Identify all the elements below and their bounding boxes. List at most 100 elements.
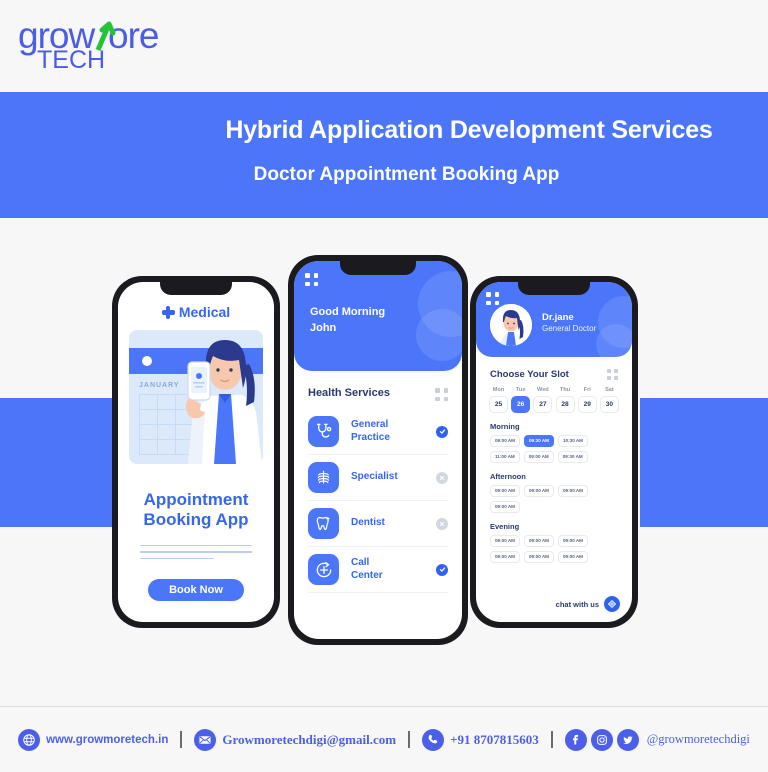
footer-phone[interactable]: +91 8707815603: [422, 728, 539, 751]
avatar-illustration-icon: [490, 304, 532, 346]
service-item-call-center[interactable]: Call Center: [308, 547, 448, 593]
greeting-text: Good Morning John: [310, 305, 385, 337]
tooth-icon: [308, 508, 339, 539]
time-slot-chip[interactable]: 09:00 AM: [558, 484, 588, 497]
day-number: 28: [555, 395, 575, 413]
status-badge-close[interactable]: [436, 517, 448, 530]
title-line-2: Booking App: [143, 510, 249, 530]
footer-separator: [408, 731, 411, 748]
twitter-icon[interactable]: [616, 728, 639, 751]
time-slot-chip[interactable]: 09:30 AM: [557, 450, 588, 463]
hero-blob-decoration: [416, 309, 462, 361]
time-slot-chip[interactable]: 09:00 AM: [490, 484, 520, 497]
instagram-icon[interactable]: [590, 728, 613, 751]
day-name: Thu: [559, 387, 571, 393]
phone-text: +91 8707815603: [450, 731, 539, 747]
status-badge-check[interactable]: [436, 425, 448, 438]
phone-right-screen: Dr.jane General Doctor Choose Your Slot …: [476, 282, 632, 622]
menu-grid-icon[interactable]: [305, 273, 318, 286]
service-item-dentist[interactable]: Dentist: [308, 501, 448, 547]
phone-icon: [422, 728, 445, 751]
time-slot-chip[interactable]: 09:00 AM: [490, 550, 520, 563]
day-option[interactable]: Fri 29: [577, 387, 597, 413]
chat-label: chat with us: [555, 599, 599, 609]
service-label-line-2: Center: [351, 569, 383, 581]
book-now-button[interactable]: Book Now: [148, 579, 244, 602]
options-grid-icon[interactable]: [435, 388, 448, 401]
time-slot-chip[interactable]: 09:00 AM: [490, 534, 520, 547]
banner-title: Hybrid Application Development Services: [225, 116, 713, 144]
footer-website[interactable]: www.growmoretech.in: [18, 728, 168, 751]
service-label: Call Center: [351, 557, 436, 582]
medical-cross-icon: [161, 306, 175, 319]
day-option[interactable]: Wed 27: [533, 387, 553, 413]
time-slot-chip[interactable]: 09:00 AM: [490, 500, 520, 513]
time-slot-chip-selected[interactable]: 09:30 AM: [524, 434, 554, 447]
options-grid-icon[interactable]: [607, 369, 618, 380]
day-number: 26: [511, 395, 531, 413]
status-badge-check[interactable]: [436, 563, 448, 576]
medical-header-label: Medical: [178, 304, 231, 320]
phone-left-title: Appointment Booking App: [118, 490, 274, 531]
time-slot-chip[interactable]: 09:00 AM: [558, 534, 588, 547]
greeting-line-2: John: [310, 321, 337, 334]
day-option[interactable]: Mon 25: [489, 387, 508, 413]
day-number: 25: [489, 395, 508, 413]
phone-mockup-left: Medical JANUARY Appointment Booking App …: [112, 276, 280, 628]
day-option[interactable]: Sat 30: [599, 387, 619, 413]
facebook-icon[interactable]: [564, 728, 587, 751]
greeting-line-1: Good Morning: [310, 306, 386, 318]
time-slot-chip[interactable]: 09:00 AM: [524, 484, 554, 497]
day-option[interactable]: Thu 28: [555, 387, 575, 413]
calendar-dot-icon: [142, 356, 152, 366]
day-number: 29: [577, 395, 597, 413]
time-slot-chip[interactable]: 09:00 AM: [524, 534, 554, 547]
phone-mockup-right: Dr.jane General Doctor Choose Your Slot …: [470, 276, 638, 628]
phone-mockup-center: Good Morning John Health Services Genera…: [288, 255, 468, 645]
service-label-line-1: Dentist: [351, 517, 385, 529]
svg-text:TECH: TECH: [37, 46, 105, 74]
time-slot-chip[interactable]: 11:00 AM: [490, 450, 520, 463]
slot-section-header: Choose Your Slot: [490, 369, 618, 380]
banner-subtitle: Doctor Appointment Booking App: [253, 164, 560, 185]
stethoscope-icon: [308, 416, 339, 447]
envelope-icon: [194, 728, 217, 751]
slot-chips-evening: 09:00 AM 09:00 AM 09:00 AM 09:00 AM 09:0…: [490, 534, 618, 563]
time-slot-chip[interactable]: 09:00 AM: [524, 550, 554, 563]
service-item-general-practice[interactable]: General Practice: [308, 409, 448, 455]
medical-header: Medical: [118, 304, 274, 320]
decorative-band-left: [0, 398, 122, 527]
service-item-specialist[interactable]: Specialist: [308, 455, 448, 501]
doctor-name: Dr.jane: [542, 312, 574, 323]
slot-title: Choose Your Slot: [490, 369, 569, 380]
globe-icon: [18, 728, 41, 751]
health-services-header: Health Services: [308, 387, 448, 401]
slot-chips-afternoon: 09:00 AM 09:00 AM 09:00 AM 09:00 AM: [490, 484, 618, 513]
emergency-cross-icon: [308, 554, 339, 585]
period-label-afternoon: Afternoon: [490, 471, 526, 481]
time-slot-chip[interactable]: 09:00 AM: [490, 434, 520, 447]
chat-with-us-button[interactable]: chat with us: [556, 596, 620, 612]
footer-email[interactable]: Growmoretechdigi@gmail.com: [194, 728, 397, 751]
time-slot-chip[interactable]: 09:00 AM: [558, 550, 588, 563]
day-option-selected[interactable]: Tue 26: [511, 387, 531, 413]
ribcage-xray-icon: [308, 462, 339, 493]
phone-notch: [518, 282, 590, 295]
status-badge-close[interactable]: [436, 471, 448, 484]
day-name: Fri: [583, 387, 591, 393]
time-slot-chip[interactable]: 10:30 AM: [558, 434, 588, 447]
service-label-line-2: Practice: [351, 431, 390, 443]
placeholder-text-lines: [140, 544, 252, 560]
day-number: 30: [599, 395, 619, 413]
phone-notch: [340, 261, 416, 275]
period-label-evening: Evening: [490, 521, 520, 531]
placeholder-line: [140, 557, 214, 560]
calendar-month-label: JANUARY: [139, 382, 180, 389]
time-slot-chip[interactable]: 09:00 AM: [523, 450, 554, 463]
doctor-avatar: [490, 304, 532, 346]
placeholder-line: [140, 544, 252, 547]
email-text: Growmoretechdigi@gmail.com: [222, 731, 397, 747]
menu-grid-icon[interactable]: [486, 292, 499, 305]
greeting-hero: Good Morning John: [294, 261, 462, 371]
logo-icon: grow ore TECH: [18, 15, 159, 74]
